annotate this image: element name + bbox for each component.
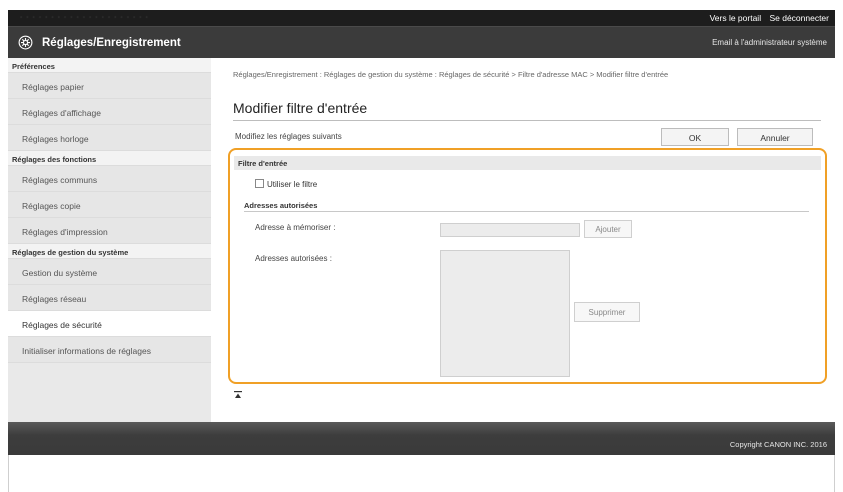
sidebar-item-paper[interactable]: Réglages papier <box>8 73 211 99</box>
page-subtitle: Modifiez les réglages suivants <box>235 132 342 141</box>
copyright-text: Copyright CANON INC. 2016 <box>729 440 827 449</box>
portal-link[interactable]: Vers le portail <box>710 13 762 23</box>
page-footer: Copyright CANON INC. 2016 <box>8 422 835 455</box>
sidebar-section-preferences: Préférences <box>8 58 211 73</box>
top-links: Vers le portail Se déconnecter <box>704 13 829 23</box>
gear-icon <box>18 35 33 50</box>
ok-button[interactable]: OK <box>661 128 729 146</box>
sidebar-item-copy[interactable]: Réglages copie <box>8 192 211 218</box>
cancel-button[interactable]: Annuler <box>737 128 813 146</box>
sidebar-section-system: Réglages de gestion du système <box>8 244 211 259</box>
sidebar-item-system-management[interactable]: Gestion du système <box>8 259 211 285</box>
sidebar-item-reset[interactable]: Initialiser informations de réglages <box>8 337 211 363</box>
back-to-top-icon[interactable] <box>233 390 243 400</box>
app-title: Réglages/Enregistrement <box>42 37 181 49</box>
subsection-title-allowed: Adresses autorisées <box>244 201 318 210</box>
add-button[interactable]: Ajouter <box>584 220 632 238</box>
address-label: Adresse à mémoriser : <box>255 223 336 232</box>
page-title: Modifier filtre d'entrée <box>233 100 368 116</box>
delete-button[interactable]: Supprimer <box>574 302 640 322</box>
address-input[interactable] <box>440 223 580 237</box>
use-filter-checkbox[interactable] <box>255 179 264 188</box>
section-title-input-filter: Filtre d'entrée <box>234 156 821 170</box>
sidebar-item-common[interactable]: Réglages communs <box>8 166 211 192</box>
use-filter-checkbox-row[interactable]: Utiliser le filtre <box>255 179 317 189</box>
top-bar: · · · · · · · · · · · · · · · · · · · · … <box>8 10 835 26</box>
sidebar-section-functions: Réglages des fonctions <box>8 151 211 166</box>
allowed-addresses-label: Adresses autorisées : <box>255 254 332 263</box>
sidebar-item-display[interactable]: Réglages d'affichage <box>8 99 211 125</box>
email-admin-link[interactable]: Email à l'administrateur système <box>712 38 827 47</box>
sidebar-item-security[interactable]: Réglages de sécurité <box>8 311 211 337</box>
logout-link[interactable]: Se déconnecter <box>769 13 829 23</box>
sidebar-item-clock[interactable]: Réglages horloge <box>8 125 211 151</box>
use-filter-label: Utiliser le filtre <box>267 180 318 189</box>
title-divider <box>233 120 821 121</box>
blurred-device-info: · · · · · · · · · · · · · · · · · · · · … <box>20 14 149 21</box>
below-footer-area <box>8 455 835 492</box>
allowed-addresses-list[interactable] <box>440 250 570 377</box>
sidebar-item-print[interactable]: Réglages d'impression <box>8 218 211 244</box>
page-header: Réglages/Enregistrement Email à l'admini… <box>8 26 835 58</box>
sidebar: Préférences Réglages papier Réglages d'a… <box>8 58 211 422</box>
sidebar-item-network[interactable]: Réglages réseau <box>8 285 211 311</box>
breadcrumb: Réglages/Enregistrement : Réglages de ge… <box>233 70 669 79</box>
subsection-divider <box>244 211 809 212</box>
main-content: Réglages/Enregistrement : Réglages de ge… <box>211 58 835 422</box>
